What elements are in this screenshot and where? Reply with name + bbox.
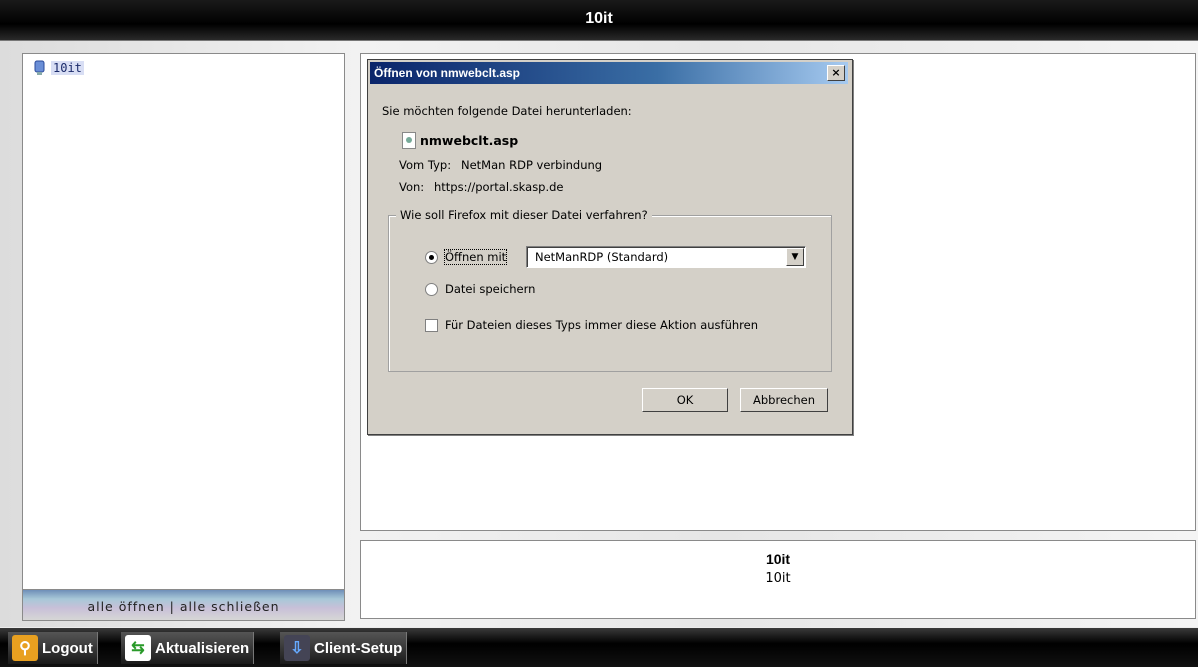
client-setup-icon: ⇩ — [284, 635, 310, 661]
open-with-select[interactable]: NetManRDP (Standard) ▼ — [526, 246, 806, 268]
dialog-title: Öffnen von nmwebclt.asp — [374, 66, 521, 80]
open-with-select-value: NetManRDP (Standard) — [535, 250, 669, 264]
refresh-icon: ⇆ — [125, 635, 151, 661]
info-subtitle: 10it — [765, 571, 791, 586]
tree-panel: 10it alle öffnen | alle schließen — [22, 53, 345, 621]
dialog-filename: nmwebclt.asp — [420, 133, 519, 148]
cancel-button[interactable]: Abbrechen — [740, 388, 828, 412]
save-file-radio[interactable] — [425, 283, 438, 296]
logout-label: Logout — [42, 639, 93, 657]
open-with-label[interactable]: Öffnen mit — [443, 249, 508, 265]
close-icon[interactable]: × — [827, 65, 845, 81]
app-title: 10it — [585, 10, 613, 27]
action-group-legend: Wie soll Firefox mit dieser Datei verfah… — [396, 208, 652, 222]
expand-collapse-all-link[interactable]: alle öffnen | alle schließen — [87, 599, 279, 614]
dialog-prompt: Sie möchten folgende Datei herunterladen… — [382, 104, 632, 118]
file-source-value: https://portal.skasp.de — [434, 180, 564, 194]
dialog-title-bar[interactable]: Öffnen von nmwebclt.asp × — [370, 62, 848, 84]
tree-item-label: 10it — [51, 61, 84, 75]
tree-footer[interactable]: alle öffnen | alle schließen — [23, 589, 344, 620]
key-icon: ⚲ — [12, 635, 38, 661]
tree-item-10it[interactable]: 10it — [33, 60, 84, 76]
always-do-this-checkbox[interactable] — [425, 319, 438, 332]
client-setup-button[interactable]: ⇩ Client-Setup — [280, 632, 408, 664]
computer-icon — [34, 60, 45, 75]
always-do-this-label[interactable]: Für Dateien dieses Typs immer diese Akti… — [445, 318, 758, 332]
ok-button[interactable]: OK — [642, 388, 728, 412]
file-type-value: NetMan RDP verbindung — [461, 158, 603, 172]
file-source-label: Von: — [399, 180, 425, 194]
refresh-button[interactable]: ⇆ Aktualisieren — [121, 632, 255, 664]
info-panel: 10it 10it — [360, 540, 1196, 619]
file-type-label: Vom Typ: — [399, 158, 452, 172]
refresh-label: Aktualisieren — [155, 639, 250, 657]
logout-button[interactable]: ⚲ Logout — [8, 632, 98, 664]
bottom-toolbar: ⚲ Logout ⇆ Aktualisieren ⇩ Client-Setup — [0, 628, 1198, 667]
save-file-label[interactable]: Datei speichern — [445, 282, 535, 296]
app-title-bar: 10it — [0, 0, 1198, 41]
download-dialog: Öffnen von nmwebclt.asp × Sie möchten fo… — [367, 59, 853, 435]
client-setup-label: Client-Setup — [314, 639, 403, 657]
info-heading: 10it — [765, 551, 791, 567]
chevron-down-icon[interactable]: ▼ — [786, 248, 804, 266]
open-with-radio[interactable] — [425, 251, 438, 264]
file-icon — [402, 132, 416, 149]
